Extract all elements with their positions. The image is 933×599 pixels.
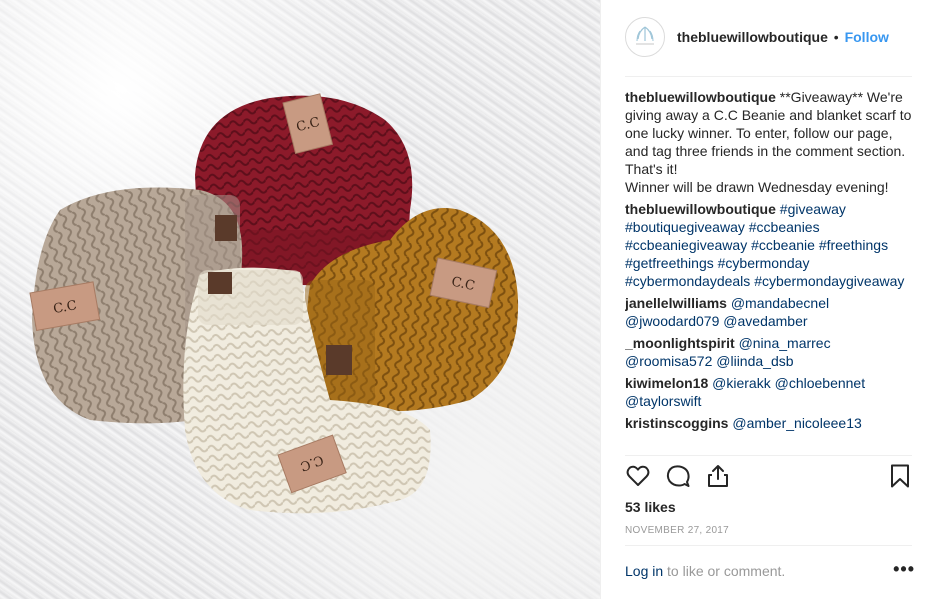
comment: _moonlightspirit @nina_marrec @roomisa57… xyxy=(625,334,915,370)
login-prompt-text: to like or comment. xyxy=(667,563,786,579)
like-button[interactable] xyxy=(625,463,653,491)
action-bar xyxy=(625,463,915,493)
mention-link[interactable]: @avedamber xyxy=(723,313,807,329)
caption: thebluewillowboutique **Giveaway** We're… xyxy=(625,88,915,196)
mention-link[interactable]: @taylorswift xyxy=(625,393,701,409)
comment-username[interactable]: janellelwilliams xyxy=(625,295,727,311)
hashtag-link[interactable]: #getfreethings xyxy=(625,255,714,271)
hashtag-link[interactable]: #boutiquegiveaway xyxy=(625,219,745,235)
heart-icon xyxy=(626,465,650,486)
caption-username[interactable]: thebluewillowboutique xyxy=(625,89,776,105)
instagram-post: C.C C.C C.C C.C thebluewillowboutique • … xyxy=(0,0,933,599)
hashtag-link[interactable]: #cybermondaydeals xyxy=(625,273,750,289)
comment: kiwimelon18 @kierakk @chloebennet @taylo… xyxy=(625,374,915,410)
mention-link[interactable]: @roomisa572 xyxy=(625,353,712,369)
header-divider xyxy=(625,76,912,77)
follow-button[interactable]: Follow xyxy=(845,29,889,45)
comment-username[interactable]: thebluewillowboutique xyxy=(625,201,776,217)
mention-link[interactable]: @liinda_dsb xyxy=(716,353,793,369)
comment-icon xyxy=(666,465,690,487)
footer-divider xyxy=(625,545,912,546)
mention-link[interactable]: @mandabecnel xyxy=(731,295,829,311)
avatar[interactable] xyxy=(625,17,665,57)
actions-divider xyxy=(625,455,912,456)
login-link[interactable]: Log in xyxy=(625,563,663,579)
beanies-illustration: C.C C.C C.C C.C xyxy=(29,93,519,514)
save-button[interactable] xyxy=(887,463,915,491)
post-date[interactable]: NOVEMBER 27, 2017 xyxy=(625,525,729,536)
hashtag-link[interactable]: #giveaway xyxy=(780,201,846,217)
comment: kristinscoggins @amber_nicoleee13 xyxy=(625,414,915,432)
mention-link[interactable]: @kierakk xyxy=(712,375,771,391)
comments-list[interactable]: thebluewillowboutique **Giveaway** We're… xyxy=(625,88,915,454)
comment: janellelwilliams @mandabecnel @jwoodard0… xyxy=(625,294,915,330)
bookmark-icon xyxy=(891,464,909,488)
header-username[interactable]: thebluewillowboutique xyxy=(677,29,828,45)
hashtag-comment: thebluewillowboutique #giveaway #boutiqu… xyxy=(625,200,915,290)
comment-username[interactable]: kristinscoggins xyxy=(625,415,728,431)
mention-link[interactable]: @chloebennet xyxy=(775,375,866,391)
post-side-panel: thebluewillowboutique • Follow thebluewi… xyxy=(600,0,933,599)
mention-link[interactable]: @jwoodard079 xyxy=(625,313,719,329)
hashtag-link[interactable]: #ccbeaniegiveaway xyxy=(625,237,747,253)
share-button[interactable] xyxy=(705,463,733,491)
share-icon xyxy=(708,465,728,487)
comment-button[interactable] xyxy=(665,463,693,491)
post-header: thebluewillowboutique • Follow xyxy=(601,0,933,76)
mention-link[interactable]: @nina_marrec xyxy=(739,335,831,351)
hashtag-link[interactable]: #ccbeanie xyxy=(751,237,815,253)
login-footer: Log in to like or comment. ••• xyxy=(625,559,915,579)
header-separator: • xyxy=(833,29,839,45)
likes-count[interactable]: 53 likes xyxy=(625,499,676,515)
hashtag-link[interactable]: #cybermondaygiveaway xyxy=(754,273,904,289)
hashtag-link[interactable]: #freethings xyxy=(819,237,888,253)
more-options-icon[interactable]: ••• xyxy=(893,559,915,580)
post-photo[interactable]: C.C C.C C.C C.C xyxy=(0,0,600,599)
mention-link[interactable]: @amber_nicoleee13 xyxy=(732,415,861,431)
boutique-logo-icon xyxy=(628,20,662,54)
header-line: thebluewillowboutique • Follow xyxy=(677,29,889,45)
comment-username[interactable]: kiwimelon18 xyxy=(625,375,708,391)
comment-username[interactable]: _moonlightspirit xyxy=(625,335,735,351)
hashtag-link[interactable]: #cybermonday xyxy=(718,255,810,271)
hashtag-link[interactable]: #ccbeanies xyxy=(749,219,820,235)
